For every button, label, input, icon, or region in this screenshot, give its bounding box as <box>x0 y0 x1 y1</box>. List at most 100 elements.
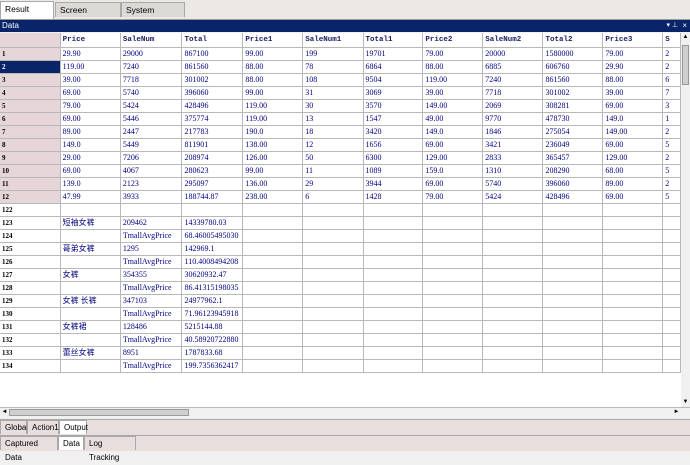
grid-cell[interactable] <box>602 307 664 321</box>
row-header[interactable]: 12 <box>0 190 61 204</box>
grid-cell[interactable]: 哥弟女裤 <box>60 242 121 256</box>
tab-data[interactable]: Data <box>58 436 84 450</box>
grid-cell[interactable]: 3421 <box>482 138 544 152</box>
grid-cell[interactable]: 2447 <box>120 125 183 139</box>
row-header[interactable]: 7 <box>0 125 61 139</box>
grid-cell[interactable]: 14339780.03 <box>181 216 244 230</box>
grid-cell[interactable]: 88.00 <box>242 60 304 74</box>
grid-cell[interactable]: 5424 <box>482 190 544 204</box>
grid-cell[interactable] <box>60 307 121 321</box>
grid-cell[interactable]: 139.0 <box>60 177 121 191</box>
grid-cell[interactable] <box>242 281 304 295</box>
column-header[interactable]: SaleNum <box>120 33 183 48</box>
table-row[interactable]: 130 TmallAvgPrice 71.96123945918 <box>0 307 681 321</box>
grid-cell[interactable] <box>302 307 364 321</box>
row-header[interactable]: 126 <box>0 255 61 269</box>
grid-cell[interactable] <box>60 333 121 347</box>
grid-cell[interactable] <box>542 294 604 308</box>
grid-cell[interactable]: 347103 <box>120 294 183 308</box>
grid-cell[interactable] <box>242 294 304 308</box>
grid-cell[interactable]: 209462 <box>120 216 183 230</box>
data-grid-viewport[interactable]: Price SaleNum Total Price1 SaleNum1 Total1 Pri… <box>0 33 682 407</box>
grid-cell[interactable]: 88.00 <box>602 73 664 87</box>
grid-cell[interactable] <box>302 281 364 295</box>
grid-cell[interactable] <box>662 242 681 256</box>
grid-cell[interactable] <box>542 229 604 243</box>
grid-cell[interactable] <box>242 242 304 256</box>
grid-cell[interactable]: 88.00 <box>242 73 304 87</box>
grid-cell[interactable]: 86.41315198035 <box>181 281 244 295</box>
grid-cell[interactable] <box>422 216 484 230</box>
grid-cell[interactable]: 142969.1 <box>181 242 244 256</box>
grid-cell[interactable]: 396060 <box>542 177 604 191</box>
grid-cell[interactable]: 1089 <box>363 164 424 178</box>
grid-cell[interactable] <box>542 359 604 373</box>
grid-cell[interactable]: 208290 <box>542 164 604 178</box>
grid-cell[interactable]: 50 <box>302 151 364 165</box>
column-header[interactable]: SaleNum2 <box>482 33 544 48</box>
scroll-left-icon[interactable]: ◄ <box>0 408 9 417</box>
grid-cell[interactable]: 99.00 <box>242 164 304 178</box>
grid-cell[interactable] <box>363 203 424 217</box>
table-row[interactable]: 8 149.0 5449 811901 138.00 12 1656 69.00 3421 236… <box>0 138 681 152</box>
grid-cell[interactable] <box>662 346 681 360</box>
grid-cell[interactable]: 119.00 <box>242 99 304 113</box>
grid-cell[interactable] <box>482 203 544 217</box>
grid-cell[interactable] <box>242 268 304 282</box>
grid-cell[interactable]: 39.00 <box>60 73 121 87</box>
grid-cell[interactable]: 159.0 <box>422 164 484 178</box>
grid-cell[interactable] <box>602 268 664 282</box>
grid-cell[interactable]: 1580000 <box>542 47 604 61</box>
grid-cell[interactable] <box>422 255 484 269</box>
grid-cell[interactable] <box>422 307 484 321</box>
grid-cell[interactable] <box>602 281 664 295</box>
row-header[interactable]: 11 <box>0 177 61 191</box>
grid-cell[interactable]: 39.00 <box>602 86 664 100</box>
grid-cell[interactable]: 3933 <box>120 190 183 204</box>
grid-cell[interactable] <box>242 320 304 334</box>
grid-cell[interactable]: 136.00 <box>242 177 304 191</box>
grid-cell[interactable] <box>662 255 681 269</box>
grid-cell[interactable] <box>422 294 484 308</box>
grid-cell[interactable] <box>302 320 364 334</box>
table-row[interactable]: 133 蕾丝女裤 8951 1787833.68 <box>0 346 681 360</box>
grid-cell[interactable] <box>602 203 664 217</box>
grid-cell[interactable] <box>422 281 484 295</box>
grid-cell[interactable] <box>542 307 604 321</box>
grid-cell[interactable]: 18 <box>302 125 364 139</box>
grid-cell[interactable]: 149.00 <box>422 99 484 113</box>
table-row[interactable]: 124 TmallAvgPrice 68.46005495030 <box>0 229 681 243</box>
grid-cell[interactable]: 119.00 <box>60 60 121 74</box>
grid-cell[interactable]: 3069 <box>363 86 424 100</box>
grid-cell[interactable] <box>662 333 681 347</box>
grid-cell[interactable]: 2 <box>662 151 681 165</box>
row-header[interactable]: 6 <box>0 112 61 126</box>
grid-cell[interactable] <box>302 346 364 360</box>
tab-result-details[interactable]: Result Details <box>0 1 54 29</box>
grid-cell[interactable]: 2 <box>662 47 681 61</box>
grid-cell[interactable]: 7206 <box>120 151 183 165</box>
grid-cell[interactable] <box>302 203 364 217</box>
grid-cell[interactable]: 275054 <box>542 125 604 139</box>
row-header[interactable]: 4 <box>0 86 61 100</box>
grid-cell[interactable]: 1295 <box>120 242 183 256</box>
grid-corner[interactable] <box>0 33 61 48</box>
row-header[interactable]: 2 <box>0 60 61 74</box>
grid-cell[interactable]: 128486 <box>120 320 183 334</box>
grid-cell[interactable] <box>363 346 424 360</box>
column-header[interactable]: Price3 <box>602 33 664 48</box>
grid-cell[interactable] <box>542 216 604 230</box>
grid-cell[interactable] <box>422 333 484 347</box>
grid-cell[interactable] <box>482 255 544 269</box>
row-header[interactable]: 122 <box>0 203 61 217</box>
row-header[interactable]: 123 <box>0 216 61 230</box>
column-header[interactable]: Price2 <box>422 33 484 48</box>
grid-cell[interactable] <box>302 268 364 282</box>
grid-cell[interactable]: 79.00 <box>422 47 484 61</box>
grid-cell[interactable]: 女裤 长裤 <box>60 294 121 308</box>
grid-cell[interactable] <box>482 359 544 373</box>
column-header[interactable]: S <box>662 33 681 48</box>
tab-log-tracking[interactable]: Log Tracking <box>84 436 136 462</box>
grid-cell[interactable] <box>482 320 544 334</box>
grid-cell[interactable] <box>542 268 604 282</box>
